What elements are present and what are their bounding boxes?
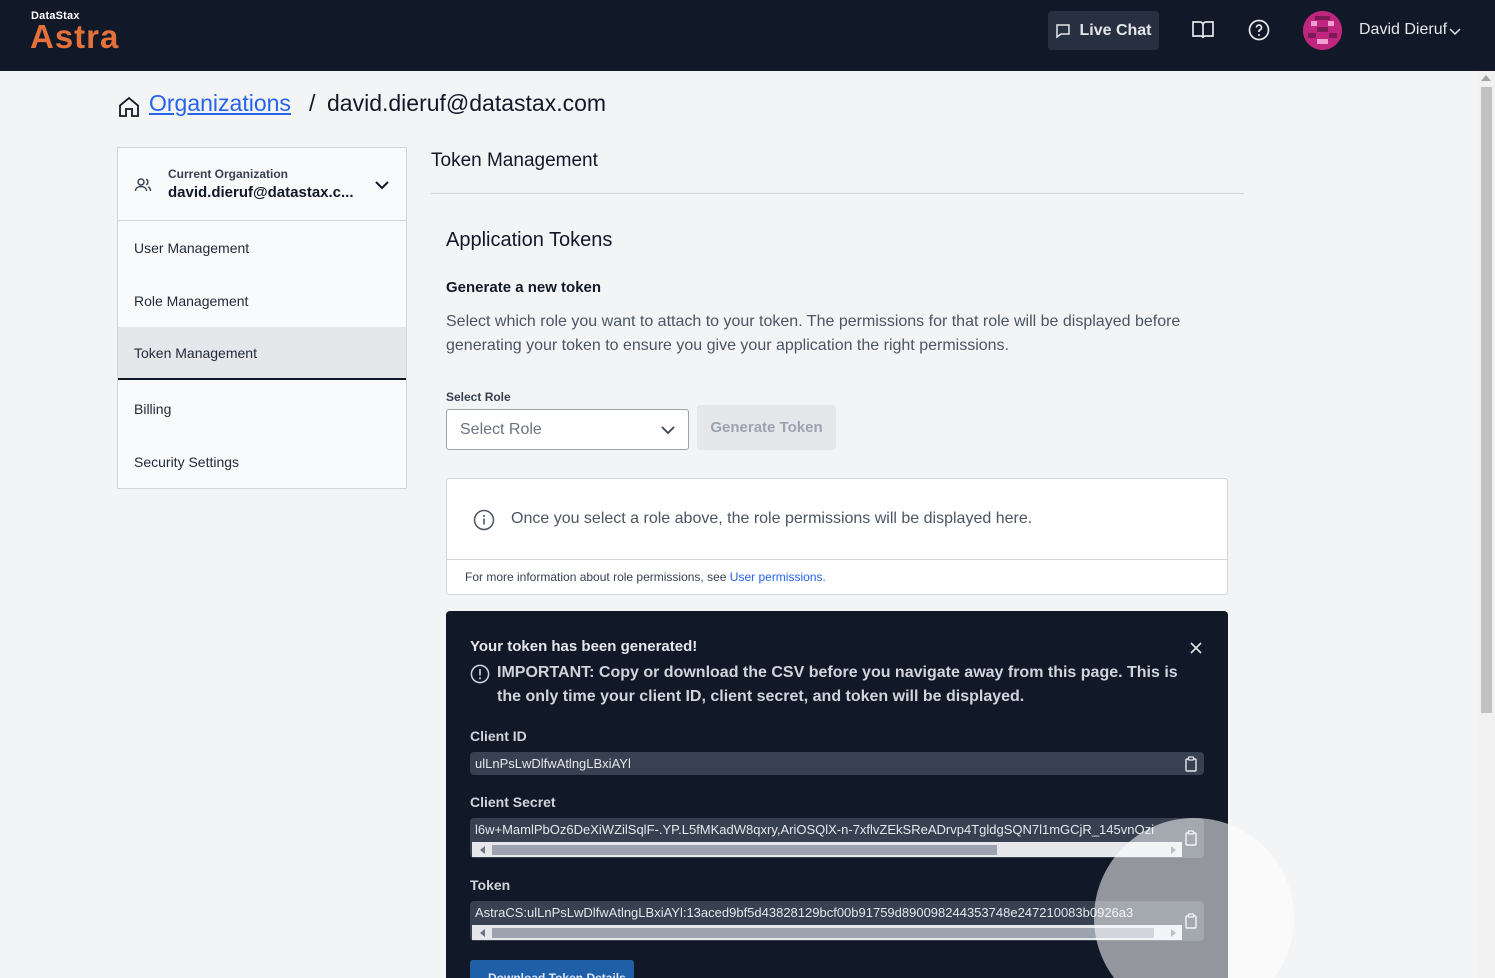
info-icon	[473, 509, 495, 531]
token-panel-title: Your token has been generated!	[470, 638, 698, 655]
select-role-placeholder: Select Role	[460, 421, 542, 438]
org-switcher[interactable]: Current Organization david.dieruf@datast…	[118, 148, 406, 221]
sidebar-item-billing[interactable]: Billing	[118, 382, 406, 435]
user-permissions-link[interactable]: User permissions.	[730, 570, 826, 584]
generate-token-button[interactable]: Generate Token	[697, 405, 836, 450]
top-nav-bar: DataStax Astra Live Chat David Dieruf	[0, 0, 1495, 71]
client-id-label: Client ID	[470, 728, 527, 744]
sidebar-item-role-management[interactable]: Role Management	[118, 274, 406, 327]
info-text: Once you select a role above, the role p…	[511, 510, 1033, 527]
live-chat-button[interactable]: Live Chat	[1048, 11, 1159, 50]
client-id-field[interactable]: ulLnPsLwDlfwAtlngLBxiAYl	[470, 752, 1204, 775]
generate-token-heading: Generate a new token	[446, 279, 602, 296]
client-secret-field[interactable]: l6w+MamlPbOz6DeXiWZilSqlF-.YP.L5fMKadW8q…	[470, 818, 1204, 858]
chevron-down-icon[interactable]	[1448, 24, 1462, 38]
live-chat-label: Live Chat	[1079, 21, 1152, 39]
close-icon[interactable]	[1189, 641, 1203, 655]
chevron-down-icon[interactable]	[372, 175, 392, 195]
sidebar-item-token-management[interactable]: Token Management	[118, 327, 406, 380]
scroll-left-arrow[interactable]	[480, 929, 485, 937]
select-role-dropdown[interactable]: Select Role	[446, 409, 689, 450]
sidebar-item-user-management[interactable]: User Management	[118, 221, 406, 274]
sidebar-item-security-settings[interactable]: Security Settings	[118, 435, 406, 488]
client-secret-label: Client Secret	[470, 794, 556, 810]
scroll-left-arrow[interactable]	[480, 846, 485, 854]
breadcrumb-organizations-link[interactable]: Organizations	[149, 90, 291, 117]
org-label: Current Organization	[168, 167, 289, 181]
home-icon	[119, 96, 139, 117]
client-secret-value[interactable]: l6w+MamlPbOz6DeXiWZilSqlF-.YP.L5fMKadW8q…	[475, 822, 1181, 837]
page-scrollbar-thumb[interactable]	[1481, 87, 1492, 713]
info-footer-text: For more information about role permissi…	[465, 570, 727, 584]
org-value: david.dieruf@datastax.c...	[168, 184, 354, 201]
token-label: Token	[470, 877, 511, 893]
select-role-label: Select Role	[446, 390, 511, 404]
avatar[interactable]	[1303, 11, 1342, 50]
breadcrumb-separator: /	[309, 90, 316, 116]
section-title: Application Tokens	[446, 229, 613, 251]
token-scroll-thumb[interactable]	[492, 928, 1154, 938]
download-token-details-button[interactable]: Download Token Details	[470, 960, 634, 978]
client-secret-scroll-thumb[interactable]	[492, 845, 997, 855]
docs-book-icon[interactable]	[1191, 18, 1215, 42]
user-menu-name[interactable]: David Dieruf	[1359, 21, 1447, 39]
token-value[interactable]: AstraCS:ulLnPsLwDlfwAtlngLBxiAYl:13aced9…	[475, 905, 1181, 920]
breadcrumb-current: david.dieruf@datastax.com	[327, 90, 607, 116]
token-warning-text: IMPORTANT: Copy or download the CSV befo…	[497, 664, 1178, 705]
page-title: Token Management	[431, 150, 598, 171]
brand-astra-logo[interactable]: Astra	[30, 19, 119, 55]
users-icon	[134, 178, 152, 192]
chat-icon	[1056, 23, 1071, 38]
client-id-value[interactable]: ulLnPsLwDlfwAtlngLBxiAYl	[475, 756, 1181, 771]
scroll-up-arrow[interactable]	[1481, 75, 1491, 81]
warning-icon	[470, 664, 490, 684]
client-secret-scrollbar[interactable]	[472, 842, 1182, 857]
info-divider	[447, 559, 1227, 560]
chevron-down-icon	[661, 426, 675, 435]
token-scrollbar[interactable]	[472, 925, 1182, 940]
generate-token-description: Select which role you want to attach to …	[446, 313, 1181, 354]
org-sidebar: Current Organization david.dieruf@datast…	[117, 147, 407, 489]
info-footer: For more information about role permissi…	[465, 570, 826, 584]
role-permissions-info: Once you select a role above, the role p…	[446, 478, 1228, 595]
title-divider	[431, 193, 1244, 194]
copy-icon[interactable]	[1184, 756, 1198, 772]
help-icon[interactable]	[1247, 18, 1271, 42]
